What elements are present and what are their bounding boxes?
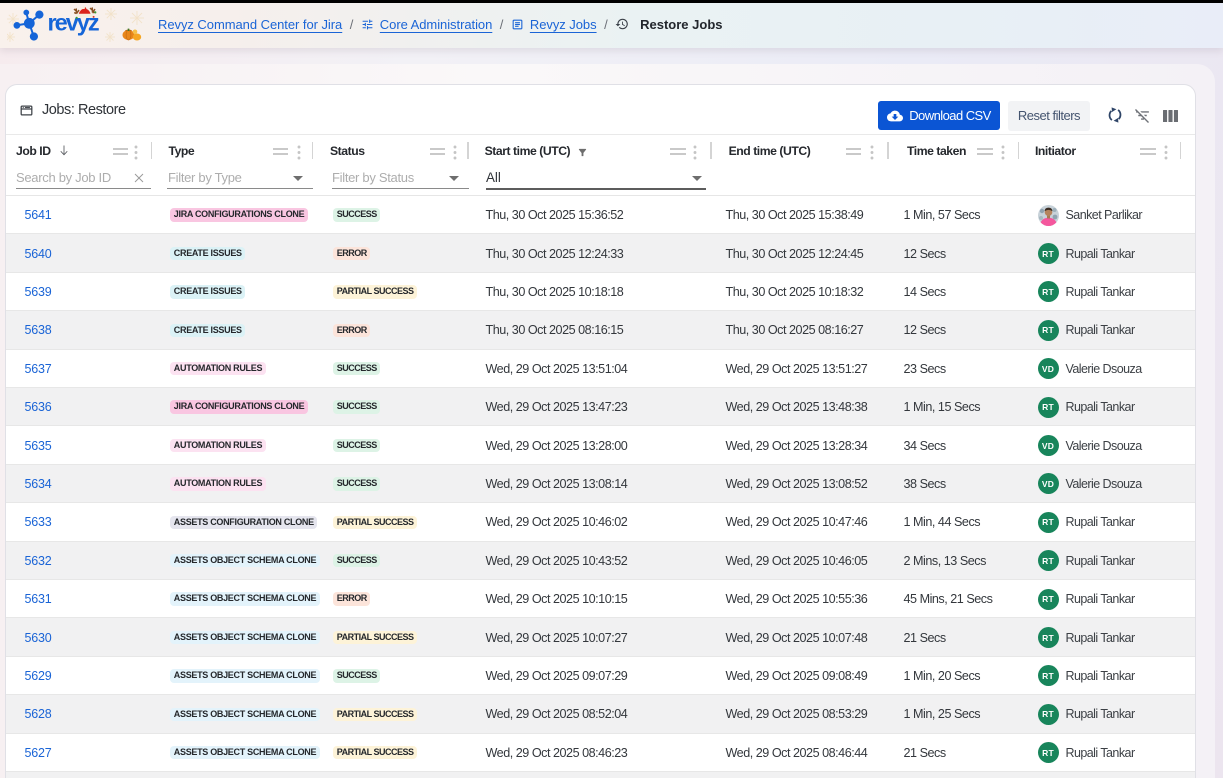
svg-text:revyz: revyz (48, 10, 99, 36)
